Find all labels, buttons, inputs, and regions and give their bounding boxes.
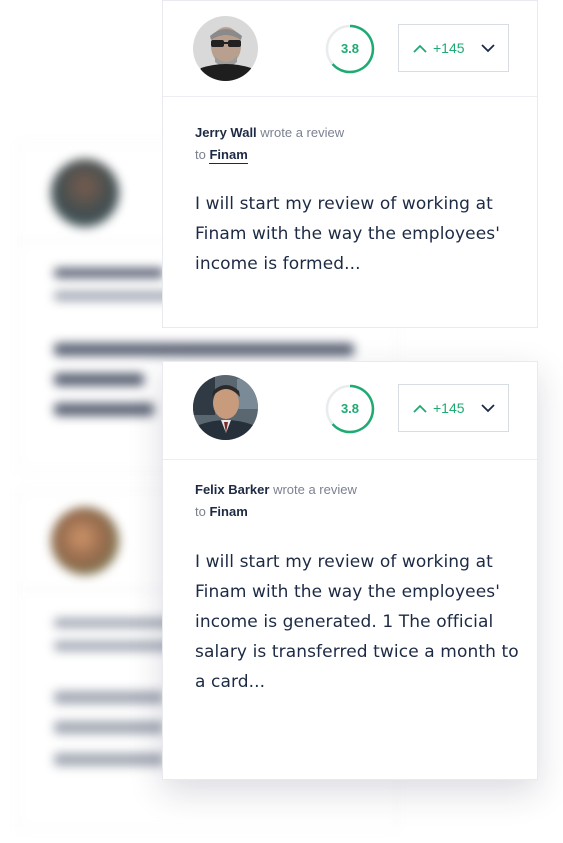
review-target: to Finam [195,144,537,166]
company-link[interactable]: Finam [209,147,248,164]
blurred-text [54,373,144,386]
vote-control: +145 [398,384,509,432]
chevron-down-icon [481,43,495,52]
blurred-text [54,691,164,704]
author-name[interactable]: Jerry Wall [195,125,257,140]
downvote-button[interactable] [479,37,497,59]
avatar[interactable] [193,375,258,440]
review-action: wrote a review [273,482,357,497]
downvote-button[interactable] [479,397,497,419]
blurred-text [54,403,154,416]
upvote-button[interactable] [411,397,429,419]
review-body: Felix Barker wrote a review to Finam I w… [163,479,537,697]
rating-badge: 3.8 [325,24,375,74]
review-text: I will start my review of working at Fin… [195,194,501,274]
person-photo-icon [193,375,258,440]
review-text: I will start my review of working at Fin… [195,552,519,692]
vote-count: +145 [433,40,465,56]
review-card-header: 3.8 +145 [163,1,537,97]
review-meta: Felix Barker wrote a review [195,479,537,501]
review-action: wrote a review [260,125,345,140]
avatar [51,159,119,227]
avatar[interactable] [193,16,258,81]
chevron-up-icon [413,44,427,53]
chevron-up-icon [413,404,427,413]
review-card: 3.8 +145 Felix Barker wrote a review to … [162,361,538,780]
review-target: to Finam [195,501,537,523]
vote-control: +145 [398,24,509,72]
blurred-text [54,641,174,651]
avatar [51,507,119,575]
company-link[interactable]: Finam [209,504,247,519]
blurred-text [54,753,164,766]
rating-value: 3.8 [340,401,360,416]
author-name[interactable]: Felix Barker [195,482,269,497]
blurred-text [54,343,354,356]
blurred-text [54,268,164,278]
blurred-text [54,721,164,734]
rating-value: 3.8 [340,41,360,56]
preposition: to [195,147,206,162]
review-meta: Jerry Wall wrote a review [195,122,537,144]
review-body: Jerry Wall wrote a review to Finam I wil… [163,122,537,279]
person-photo-icon [193,16,258,81]
vote-count: +145 [433,400,465,416]
preposition: to [195,504,206,519]
chevron-down-icon [481,403,495,412]
rating-badge: 3.8 [325,384,375,434]
upvote-button[interactable] [411,37,429,59]
review-card-header: 3.8 +145 [163,362,537,460]
review-card: 3.8 +145 Jerry Wall wrote a review to Fi… [162,0,538,328]
